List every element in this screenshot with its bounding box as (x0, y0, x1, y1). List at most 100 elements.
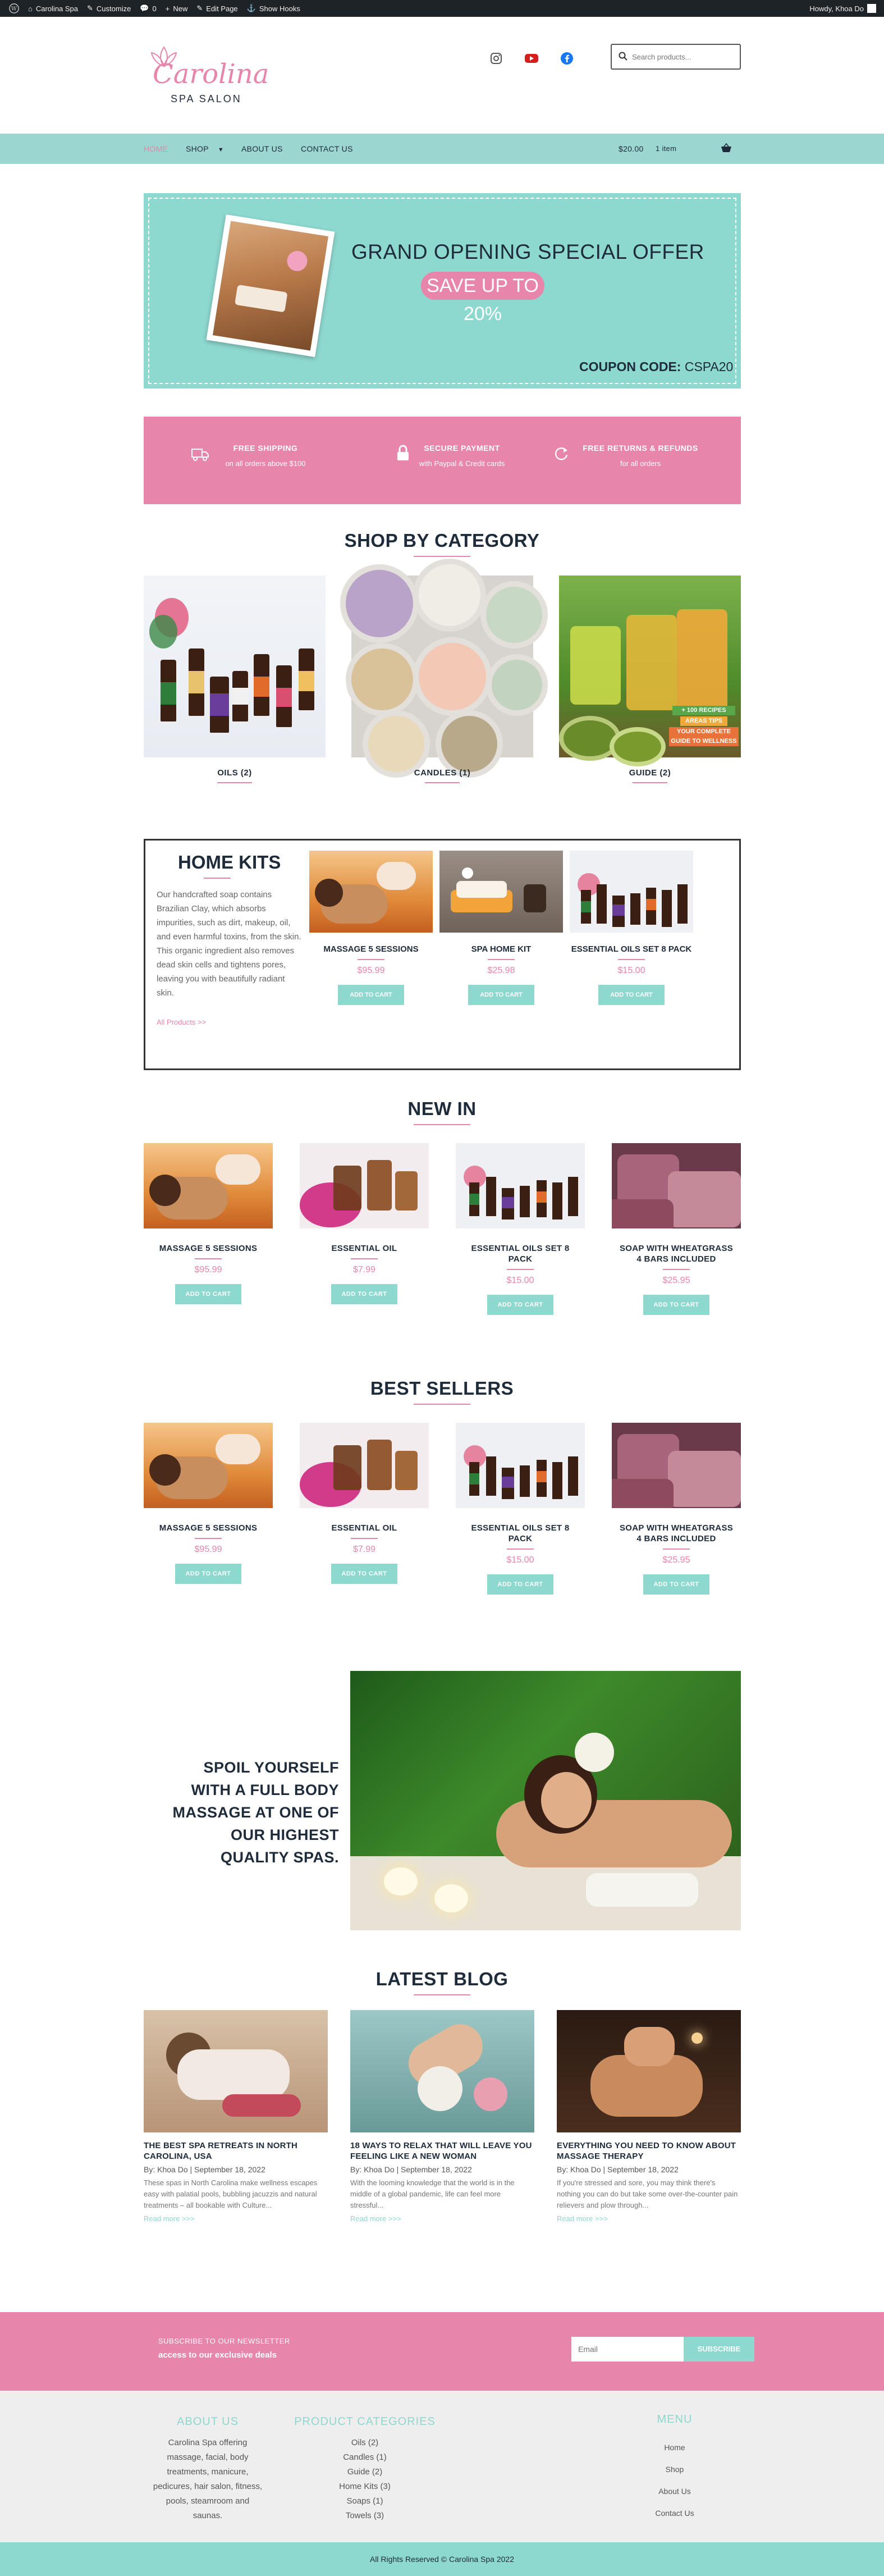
category-image-candles[interactable] (340, 559, 548, 778)
admin-account-link[interactable]: Howdy, Khoa Do (809, 4, 876, 13)
product-price: $95.99 (357, 966, 385, 975)
category-image-oils[interactable] (144, 576, 326, 757)
product-price: $25.95 (662, 1555, 690, 1565)
facebook-icon[interactable] (560, 52, 574, 65)
blog-post-meta: By: Khoa Do | September 18, 2022 (350, 2165, 472, 2174)
product-underline (195, 1538, 222, 1539)
footer-category-link[interactable]: Towels (3) (292, 2509, 438, 2523)
promo-banner[interactable]: GRAND OPENING SPECIAL OFFER SAVE UP TO 2… (144, 193, 741, 389)
product-image-essential-oil[interactable] (300, 1423, 429, 1508)
product-image-massage[interactable] (144, 1143, 273, 1228)
newsletter-section: SUBSCRIBE TO OUR NEWSLETTER access to ou… (0, 2312, 884, 2391)
product-name[interactable]: ESSENTIAL OILS SET 8 PACK (456, 1523, 585, 1544)
site-logo[interactable]: Carolina SPA SALON (144, 42, 269, 109)
cart-count[interactable]: 1 item (656, 144, 676, 153)
search-icon[interactable] (619, 52, 627, 63)
product-image-spa-kit[interactable] (439, 851, 563, 933)
nav-contact[interactable]: CONTACT US (301, 144, 353, 153)
all-products-link[interactable]: All Products >> (157, 1018, 206, 1026)
admin-edit-page-link[interactable]: ✎ Edit Page (196, 4, 237, 13)
category-label-oils[interactable]: OILS (2) (144, 768, 326, 778)
admin-new-link[interactable]: + New (166, 4, 188, 13)
blog-post-title[interactable]: 18 WAYS TO RELAX THAT WILL LEAVE YOU FEE… (350, 2140, 534, 2162)
footer-menu-link[interactable]: Home (619, 2437, 731, 2459)
avatar (867, 4, 876, 13)
home-icon: ⌂ (28, 4, 33, 13)
nav-shop[interactable]: SHOP ▼ (186, 144, 224, 153)
subscribe-button[interactable]: SUBSCRIBE (684, 2337, 754, 2362)
wordpress-logo-icon[interactable]: W (9, 3, 19, 13)
add-to-cart-button[interactable]: ADD TO CART (643, 1574, 709, 1595)
search-input[interactable] (632, 51, 733, 63)
email-field[interactable] (571, 2337, 684, 2362)
add-to-cart-button[interactable]: ADD TO CART (487, 1574, 553, 1595)
blog-post-title[interactable]: THE BEST SPA RETREATS IN NORTH CAROLINA,… (144, 2140, 328, 2162)
add-to-cart-button[interactable]: ADD TO CART (331, 1564, 397, 1584)
add-to-cart-button[interactable]: ADD TO CART (643, 1295, 709, 1315)
product-card: SPA HOME KIT $25.98 ADD TO CART (439, 851, 563, 1005)
product-underline (507, 1549, 534, 1550)
home-kits-description: Our handcrafted soap contains Brazilian … (157, 890, 301, 998)
admin-comments-link[interactable]: 💬 0 (140, 4, 156, 13)
add-to-cart-button[interactable]: ADD TO CART (598, 985, 665, 1005)
add-to-cart-button[interactable]: ADD TO CART (175, 1564, 241, 1584)
product-image-oils-set[interactable] (570, 851, 693, 933)
footer-category-link[interactable]: Oils (2) (292, 2436, 438, 2450)
promo-massage-image[interactable] (350, 1671, 741, 1930)
blog-image[interactable] (557, 2010, 741, 2132)
blog-post-title[interactable]: EVERYTHING YOU NEED TO KNOW ABOUT MASSAG… (557, 2140, 741, 2162)
admin-site-link[interactable]: ⌂ Carolina Spa (28, 4, 78, 13)
read-more-link[interactable]: Read more >>> (144, 2214, 328, 2223)
newsletter-title: SUBSCRIBE TO OUR NEWSLETTER (158, 2337, 290, 2345)
footer-menu-link[interactable]: Contact Us (619, 2502, 731, 2524)
product-name[interactable]: MASSAGE 5 SESSIONS (144, 1523, 273, 1533)
nav-home[interactable]: HOME (144, 144, 168, 153)
admin-show-hooks-link[interactable]: ⚓ Show Hooks (247, 4, 300, 13)
footer-category-link[interactable]: Candles (1) (292, 2450, 438, 2465)
blog-post-excerpt: With the looming knowledge that the worl… (350, 2178, 515, 2209)
instagram-icon[interactable] (489, 52, 503, 65)
product-name[interactable]: ESSENTIAL OIL (300, 1243, 429, 1254)
add-to-cart-button[interactable]: ADD TO CART (487, 1295, 553, 1315)
product-name[interactable]: ESSENTIAL OILS SET 8 PACK (570, 944, 693, 954)
footer-category-link[interactable]: Guide (2) (292, 2465, 438, 2479)
category-label-candles[interactable]: CANDLES (1) (351, 768, 533, 778)
product-name[interactable]: SOAP WITH WHEATGRASS 4 BARS INCLUDED (612, 1523, 741, 1544)
category-image-guide[interactable]: + 100 RECIPES AREAS TIPS YOUR COMPLETE G… (559, 576, 741, 766)
read-more-link[interactable]: Read more >>> (350, 2214, 534, 2223)
add-to-cart-button[interactable]: ADD TO CART (338, 985, 404, 1005)
product-name[interactable]: MASSAGE 5 SESSIONS (309, 944, 433, 954)
footer-category-link[interactable]: Home Kits (3) (292, 2479, 438, 2494)
blog-image[interactable] (144, 2010, 328, 2132)
blog-post-excerpt: If you're stressed and sore, you may thi… (557, 2178, 738, 2209)
blog-image[interactable] (350, 2010, 534, 2132)
product-image-oils-set[interactable] (456, 1143, 585, 1228)
product-image-soap[interactable] (612, 1423, 741, 1508)
product-name[interactable]: SOAP WITH WHEATGRASS 4 BARS INCLUDED (612, 1243, 741, 1264)
product-name[interactable]: MASSAGE 5 SESSIONS (144, 1243, 273, 1254)
cart-basket-icon[interactable] (721, 143, 732, 156)
product-image-soap[interactable] (612, 1143, 741, 1228)
product-name[interactable]: ESSENTIAL OILS SET 8 PACK (456, 1243, 585, 1264)
cart-total[interactable]: $20.00 (619, 144, 644, 153)
product-name[interactable]: SPA HOME KIT (439, 944, 563, 954)
copyright-bar: All Rights Reserved © Carolina Spa 2022 (0, 2542, 884, 2576)
category-label-guide[interactable]: GUIDE (2) (559, 768, 741, 778)
footer-category-link[interactable]: Soaps (1) (292, 2494, 438, 2509)
footer-menu-link[interactable]: Shop (619, 2459, 731, 2481)
read-more-link[interactable]: Read more >>> (557, 2214, 741, 2223)
product-image-massage[interactable] (309, 851, 433, 933)
product-image-oils-set[interactable] (456, 1423, 585, 1508)
product-image-essential-oil[interactable] (300, 1143, 429, 1228)
product-name[interactable]: ESSENTIAL OIL (300, 1523, 429, 1533)
product-image-massage[interactable] (144, 1423, 273, 1508)
add-to-cart-button[interactable]: ADD TO CART (468, 985, 534, 1005)
product-underline (663, 1549, 690, 1550)
add-to-cart-button[interactable]: ADD TO CART (175, 1284, 241, 1304)
lock-icon (396, 445, 410, 464)
footer-menu-link[interactable]: About Us (619, 2481, 731, 2502)
admin-customize-link[interactable]: ✎ Customize (87, 4, 131, 13)
add-to-cart-button[interactable]: ADD TO CART (331, 1284, 397, 1304)
youtube-icon[interactable] (524, 52, 539, 65)
nav-about[interactable]: ABOUT US (241, 144, 283, 153)
